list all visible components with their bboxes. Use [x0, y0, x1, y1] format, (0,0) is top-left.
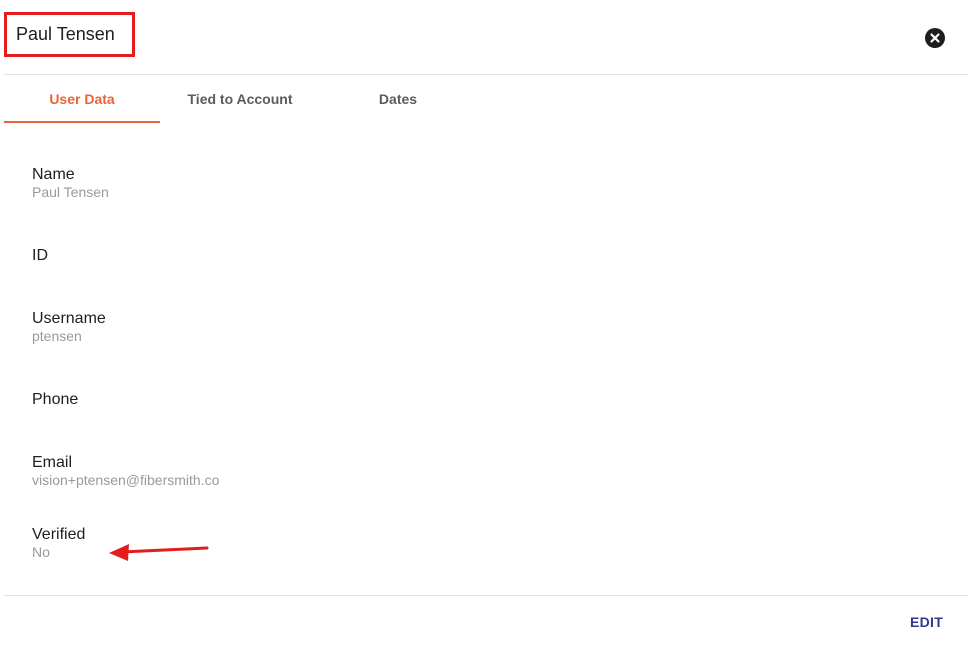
field-value: No: [32, 544, 50, 560]
user-detail-dialog: Paul Tensen User Data Tied to Account Da…: [0, 0, 970, 651]
field-label: Verified: [32, 526, 86, 543]
field-value: Paul Tensen: [32, 184, 109, 200]
dialog-title: Paul Tensen: [16, 24, 115, 44]
field-label: Name: [32, 166, 75, 183]
field-phone: Phone: [32, 391, 432, 409]
field-value: vision+ptensen@fibersmith.co: [32, 472, 220, 488]
tab-user-data[interactable]: User Data: [4, 75, 160, 123]
field-verified: Verified No: [32, 526, 432, 561]
field-email: Email vision+ptensen@fibersmith.co: [32, 454, 432, 489]
tab-tied-to-account[interactable]: Tied to Account: [160, 75, 320, 123]
field-label: Username: [32, 310, 106, 327]
field-label: ID: [32, 247, 48, 264]
field-id: ID: [32, 247, 432, 265]
close-icon: [930, 33, 940, 43]
close-button[interactable]: [925, 28, 945, 48]
dialog-footer: EDIT: [4, 595, 968, 651]
edit-button[interactable]: EDIT: [910, 614, 943, 630]
field-label: Phone: [32, 391, 79, 408]
tab-bar: User Data Tied to Account Dates: [4, 75, 968, 123]
tab-dates[interactable]: Dates: [320, 75, 476, 123]
field-username: Username ptensen: [32, 310, 432, 345]
field-value: ptensen: [32, 328, 82, 344]
field-name: Name Paul Tensen: [32, 166, 432, 201]
annotation-arrow-icon: [109, 544, 209, 561]
title-highlight-box: Paul Tensen: [4, 12, 135, 57]
field-label: Email: [32, 454, 73, 471]
dialog-header: Paul Tensen: [4, 0, 968, 75]
